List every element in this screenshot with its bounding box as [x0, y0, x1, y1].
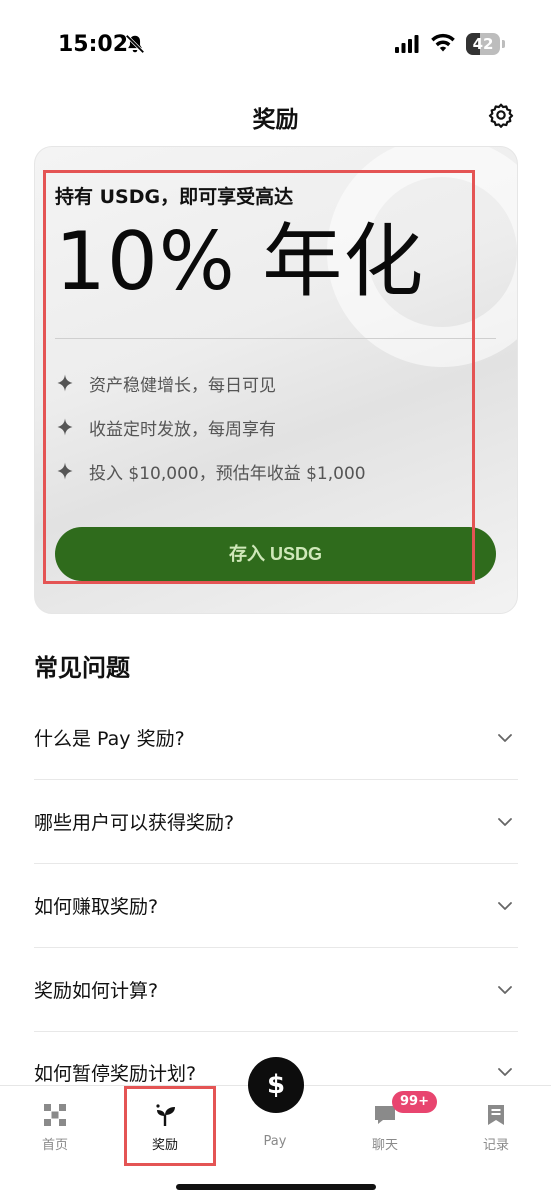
promo-rate: 10% 年化: [55, 215, 425, 308]
tab-label: Pay: [263, 1134, 287, 1149]
wifi-icon: [431, 33, 455, 52]
tab-label: 首页: [41, 1138, 68, 1153]
faq-question: 哪些用户可以获得奖励?: [34, 812, 235, 834]
faq-question: 如何暂停奖励计划?: [34, 1062, 197, 1085]
status-time: 15:02: [58, 32, 129, 57]
tab-records[interactable]: 记录: [456, 1096, 536, 1160]
battery-indicator: 42: [466, 33, 506, 55]
promo-feature-text: 投入 $10,000，预估年收益 $1,000: [89, 463, 366, 484]
tab-rewards[interactable]: 奖励: [125, 1096, 205, 1160]
battery-percentage: 42: [472, 35, 494, 53]
faq-item[interactable]: 如何赚取奖励?: [34, 864, 518, 948]
tab-label: 奖励: [151, 1138, 178, 1153]
page-title: 奖励: [252, 107, 299, 133]
promo-feature-text: 资产稳健增长，每日可见: [89, 375, 276, 396]
faq-item[interactable]: 什么是 Pay 奖励?: [34, 696, 518, 780]
promo-divider: [55, 338, 496, 339]
sparkle-icon: [57, 418, 73, 436]
gear-icon[interactable]: [488, 102, 514, 128]
faq-item[interactable]: 哪些用户可以获得奖励?: [34, 780, 518, 864]
promo-feature-text: 收益定时发放，每周享有: [89, 419, 276, 440]
chevron-down-icon: [498, 985, 512, 994]
sprout-icon: [156, 1104, 175, 1126]
promo-subtitle: 持有 USDG，即可享受高达: [55, 186, 294, 208]
sparkle-icon: [57, 374, 73, 392]
promo-feature: 投入 $10,000，预估年收益 $1,000: [55, 458, 366, 484]
home-grid-icon: [44, 1104, 66, 1126]
bookmark-icon: [488, 1105, 504, 1125]
chevron-down-icon: [498, 817, 512, 826]
chat-unread-badge: 99+: [392, 1091, 437, 1113]
home-indicator[interactable]: [176, 1184, 376, 1190]
promo-feature: 资产稳健增长，每日可见: [55, 370, 276, 396]
tab-home[interactable]: 首页: [15, 1096, 95, 1160]
chevron-down-icon: [498, 733, 512, 742]
faq-question: 如何赚取奖励?: [34, 896, 159, 918]
faq-question: 什么是 Pay 奖励?: [34, 728, 185, 750]
tab-label: 记录: [482, 1138, 509, 1153]
promo-feature: 收益定时发放，每周享有: [55, 414, 276, 440]
status-bar: 15:02 42: [0, 0, 551, 90]
cellular-signal-icon: [395, 35, 419, 53]
pay-dollar-button[interactable]: $: [248, 1057, 304, 1113]
chevron-down-icon: [498, 1068, 512, 1076]
faq-question: 奖励如何计算?: [34, 980, 159, 1002]
chevron-down-icon: [498, 901, 512, 910]
faq-title: 常见问题: [34, 654, 130, 682]
sparkle-icon: [57, 462, 73, 480]
faq-item[interactable]: 奖励如何计算?: [34, 948, 518, 1032]
silent-bell-icon: [125, 34, 145, 54]
tab-label: 聊天: [371, 1138, 398, 1153]
deposit-usdg-button[interactable]: 存入 USDG: [55, 527, 496, 581]
